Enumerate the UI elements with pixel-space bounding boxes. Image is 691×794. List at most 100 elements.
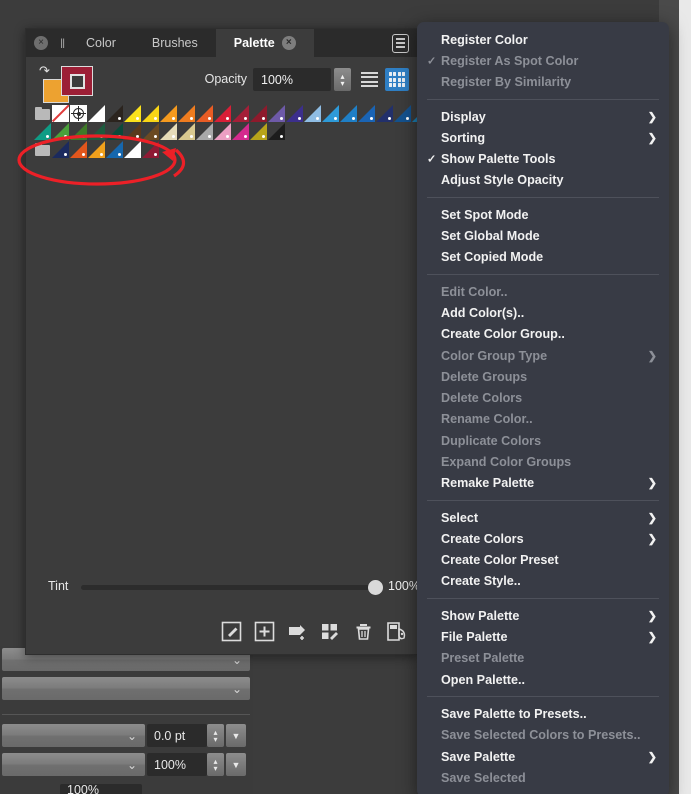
swatch-color[interactable] xyxy=(196,123,213,140)
swatch-none[interactable] xyxy=(52,105,69,122)
swatch-folder[interactable] xyxy=(34,141,51,158)
menu-item-remake-palette[interactable]: Remake Palette ❯ xyxy=(417,473,669,494)
swatch-color[interactable] xyxy=(250,105,267,122)
grid-view-button[interactable] xyxy=(385,68,409,91)
swatch-color[interactable] xyxy=(358,105,375,122)
swatch-registration[interactable] xyxy=(70,105,87,122)
menu-item-show-palette[interactable]: Show Palette ❯ xyxy=(417,605,669,626)
swatch-color[interactable] xyxy=(106,123,123,140)
swatch-grid[interactable] xyxy=(26,105,447,599)
swatch-color[interactable] xyxy=(232,123,249,140)
menu-item-display[interactable]: Display ❯ xyxy=(417,106,669,127)
menu-item-add-color-s[interactable]: Add Color(s).. xyxy=(417,302,669,323)
swap-fill-stroke-icon[interactable]: ↷ xyxy=(39,63,55,78)
swatch-color[interactable] xyxy=(268,105,285,122)
swatch-color[interactable] xyxy=(376,105,393,122)
swatch-color[interactable] xyxy=(160,105,177,122)
tab-brushes[interactable]: Brushes xyxy=(134,29,216,57)
swatch-color[interactable] xyxy=(106,105,123,122)
menu-item-save-palette-to-presets[interactable]: Save Palette to Presets.. xyxy=(417,703,669,724)
tab-palette[interactable]: Palette × xyxy=(215,29,314,57)
swatch-color[interactable] xyxy=(250,123,267,140)
menu-item-create-color-preset[interactable]: Create Color Preset xyxy=(417,550,669,571)
swatch-color[interactable] xyxy=(34,123,51,140)
bottom-cut-field[interactable]: 100% xyxy=(60,784,142,794)
swatch-color[interactable] xyxy=(70,141,87,158)
stroke-swatch[interactable] xyxy=(61,66,93,96)
swatch-folder[interactable] xyxy=(34,105,51,122)
swatch-color[interactable] xyxy=(304,105,321,122)
menu-item-sorting[interactable]: Sorting ❯ xyxy=(417,127,669,148)
swatch-color[interactable] xyxy=(106,141,123,158)
swatch-color[interactable] xyxy=(268,123,285,140)
swatch-color[interactable] xyxy=(178,123,195,140)
menu-item-set-copied-mode[interactable]: Set Copied Mode xyxy=(417,247,669,268)
menu-item-create-colors[interactable]: Create Colors ❯ xyxy=(417,528,669,549)
stroke-opacity-stepper[interactable]: ▴ ▾ xyxy=(207,753,224,776)
panel-drag-handle[interactable]: ‖ xyxy=(56,29,68,57)
swatch-color[interactable] xyxy=(142,123,159,140)
panel-close-button[interactable]: × xyxy=(26,29,56,57)
swatch-color[interactable] xyxy=(160,123,177,140)
tab-close-icon[interactable]: × xyxy=(281,36,296,50)
stroke-opacity-field[interactable]: 100% xyxy=(147,753,207,776)
swatch-color[interactable] xyxy=(178,105,195,122)
edit-group-icon[interactable] xyxy=(320,621,341,642)
menu-item-register-color[interactable]: Register Color xyxy=(417,29,669,50)
menu-item-open-palette[interactable]: Open Palette.. xyxy=(417,669,669,690)
palette-icon[interactable] xyxy=(386,621,407,642)
menu-item-file-palette[interactable]: File Palette ❯ xyxy=(417,626,669,647)
swatch-color[interactable] xyxy=(124,105,141,122)
menu-item-create-style[interactable]: Create Style.. xyxy=(417,571,669,592)
bg-dropdown-4[interactable]: ⌄ xyxy=(2,753,145,776)
swatch-row-2[interactable] xyxy=(34,123,285,140)
swatch-color[interactable] xyxy=(88,105,105,122)
add-color-icon[interactable] xyxy=(254,621,275,642)
swatch-color[interactable] xyxy=(88,141,105,158)
swatch-color[interactable] xyxy=(340,105,357,122)
list-view-button[interactable] xyxy=(358,68,381,91)
edit-color-icon[interactable] xyxy=(221,621,242,642)
swatch-color[interactable] xyxy=(52,141,69,158)
swatch-color[interactable] xyxy=(142,105,159,122)
tint-slider-track[interactable] xyxy=(81,585,383,590)
palette-context-menu[interactable]: Register Color ✓ Register As Spot Color Reg… xyxy=(417,22,669,794)
stroke-width-stepper[interactable]: ▴ ▾ xyxy=(207,724,224,747)
fill-stroke-indicator[interactable]: ↷ xyxy=(37,63,95,103)
swatch-color[interactable] xyxy=(214,105,231,122)
menu-item-set-spot-mode[interactable]: Set Spot Mode xyxy=(417,204,669,225)
swatch-color[interactable] xyxy=(394,105,411,122)
swatch-color[interactable] xyxy=(232,105,249,122)
menu-item-show-palette-tools[interactable]: ✓ Show Palette Tools xyxy=(417,148,669,169)
opacity-input[interactable]: 100% xyxy=(253,68,331,91)
swatch-color[interactable] xyxy=(52,123,69,140)
swatch-color[interactable] xyxy=(124,141,141,158)
menu-item-create-color-group[interactable]: Create Color Group.. xyxy=(417,324,669,345)
menu-item-set-global-mode[interactable]: Set Global Mode xyxy=(417,225,669,246)
swatch-color[interactable] xyxy=(214,123,231,140)
menu-item-select[interactable]: Select ❯ xyxy=(417,507,669,528)
swatch-row-1[interactable] xyxy=(34,105,447,122)
stroke-width-field[interactable]: 0.0 pt xyxy=(147,724,207,747)
tint-control[interactable]: Tint 100% xyxy=(26,576,420,598)
tab-color[interactable]: Color xyxy=(68,29,134,57)
delete-icon[interactable] xyxy=(353,621,374,642)
swatch-color[interactable] xyxy=(88,123,105,140)
swatch-color[interactable] xyxy=(142,141,159,158)
tint-slider-knob[interactable] xyxy=(368,580,383,595)
menu-item-save-palette[interactable]: Save Palette ❯ xyxy=(417,746,669,767)
bg-dropdown-3[interactable]: ⌄ xyxy=(2,724,145,747)
stroke-opacity-menu-button[interactable]: ▼ xyxy=(226,753,246,776)
opacity-stepper[interactable]: ▴ ▾ xyxy=(334,68,351,91)
swatch-color[interactable] xyxy=(124,123,141,140)
swatch-color[interactable] xyxy=(322,105,339,122)
stroke-width-menu-button[interactable]: ▼ xyxy=(226,724,246,747)
swatch-color[interactable] xyxy=(196,105,213,122)
menu-item-adjust-style-opacity[interactable]: Adjust Style Opacity xyxy=(417,170,669,191)
panel-menu-button[interactable] xyxy=(383,29,417,57)
swatch-color[interactable] xyxy=(70,123,87,140)
bg-dropdown-2[interactable]: ⌄ xyxy=(2,677,250,700)
swatch-color[interactable] xyxy=(286,105,303,122)
new-group-icon[interactable] xyxy=(287,621,308,642)
swatch-row-3[interactable] xyxy=(34,141,159,158)
